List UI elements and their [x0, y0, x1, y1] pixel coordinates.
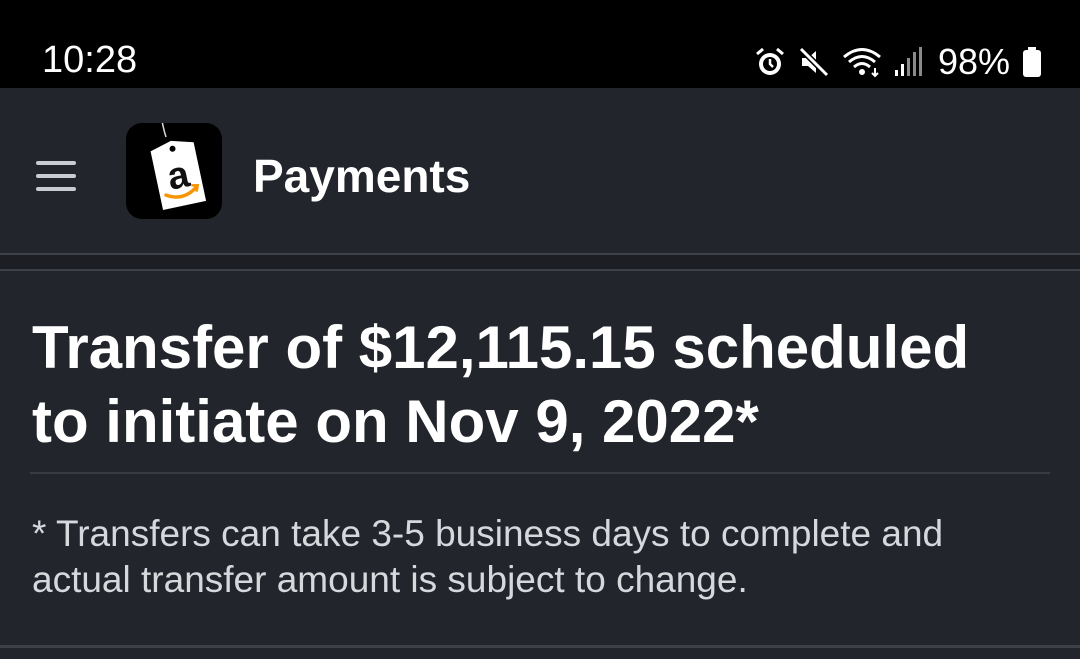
- status-bar: 10:28 98%: [0, 0, 1080, 88]
- amazon-app-logo: a: [126, 123, 222, 219]
- signal-icon: [894, 46, 922, 78]
- transfer-headline: Transfer of $12,115.15 scheduled to init…: [32, 314, 970, 455]
- app-bar: a Payments: [0, 88, 1080, 253]
- bottom-divider: [0, 645, 1080, 648]
- status-icons: 98%: [754, 40, 1042, 84]
- battery-percent: 98%: [937, 41, 1010, 82]
- page-title: Payments: [253, 150, 471, 202]
- mute-icon: [798, 46, 830, 78]
- alarm-icon: [754, 46, 786, 78]
- battery-icon: [1022, 46, 1042, 78]
- transfer-card: Transfer of $12,115.15 scheduled to init…: [0, 271, 1080, 659]
- wifi-icon: [842, 46, 882, 78]
- header-divider: [0, 253, 1080, 271]
- status-time: 10:28: [42, 39, 138, 81]
- content-divider: [30, 472, 1050, 474]
- hamburger-menu-icon[interactable]: [36, 161, 76, 191]
- transfer-footnote: * Transfers can take 3-5 business days t…: [32, 513, 944, 600]
